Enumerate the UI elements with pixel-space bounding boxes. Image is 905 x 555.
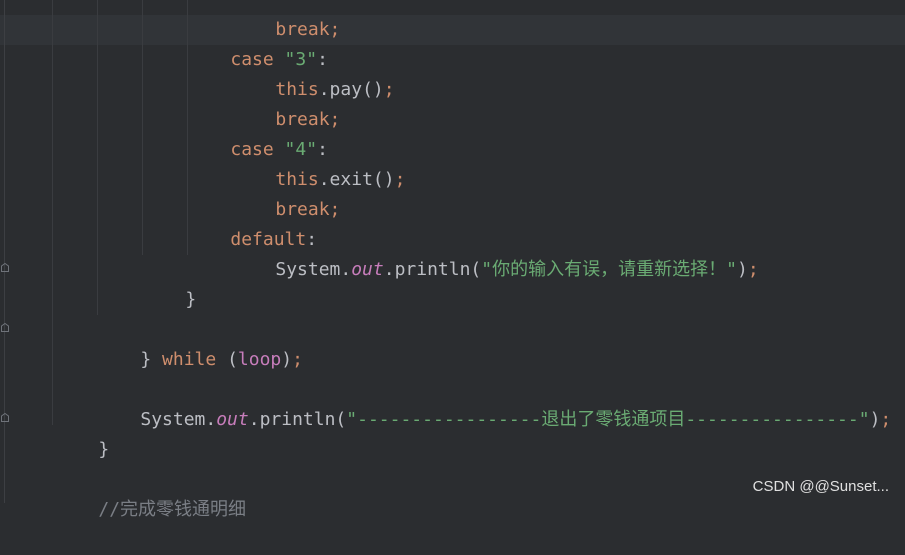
semicolon: ;: [292, 349, 303, 370]
current-line-highlight: [0, 15, 905, 45]
static-field: out: [216, 409, 249, 430]
close-paren: ): [736, 259, 748, 280]
class-ref: System.: [275, 259, 352, 280]
comment: //完成零钱通明细: [98, 499, 247, 520]
fold-marker-icon[interactable]: [1, 413, 9, 422]
brace: }: [140, 349, 163, 370]
code-line-while[interactable]: } while (loop);: [97, 315, 303, 370]
code-editor[interactable]: break; case "3": this.pay(); break; case…: [0, 0, 905, 520]
brace: }: [98, 439, 110, 460]
class-ref: System.: [140, 409, 217, 430]
brace: }: [185, 289, 197, 310]
code-line-case-3[interactable]: case "3":: [187, 15, 328, 70]
code-line-default[interactable]: default:: [187, 195, 317, 250]
method-call: .println(: [248, 409, 347, 430]
code-line-comment[interactable]: //完成零钱通明细: [55, 465, 246, 520]
code-line-break[interactable]: break;: [232, 75, 340, 130]
string-literal: "-----------------退出了零钱通项目--------------…: [346, 409, 870, 430]
code-line-close-brace[interactable]: }: [55, 405, 109, 460]
code-line-println-error[interactable]: System.out.println("你的输入有误，请重新选择！");: [232, 225, 758, 280]
close-paren: ): [869, 409, 881, 430]
code-line-println-exit[interactable]: System.out.println("-----------------退出了…: [97, 375, 891, 430]
indent-guide: [52, 0, 53, 425]
code-line-case-4[interactable]: case "4":: [187, 105, 328, 160]
field-ref: loop: [237, 349, 282, 370]
string-literal: "你的输入有误，请重新选择！": [481, 259, 737, 280]
static-field: out: [351, 259, 384, 280]
semicolon: ;: [747, 259, 759, 280]
semicolon: ;: [383, 79, 395, 100]
code-line-break[interactable]: break;: [232, 165, 340, 220]
open-paren: (: [216, 349, 238, 370]
fold-marker-icon[interactable]: [1, 323, 9, 332]
code-line-break[interactable]: break;: [232, 0, 340, 40]
watermark: CSDN @@Sunset...: [752, 478, 889, 495]
code-line-close-brace[interactable]: }: [142, 255, 196, 310]
method-call: .println(: [383, 259, 482, 280]
semicolon: ;: [394, 169, 406, 190]
close-paren: ): [281, 349, 293, 370]
code-line-exit-call[interactable]: this.exit();: [232, 135, 405, 190]
fold-marker-icon[interactable]: [1, 263, 9, 272]
code-line-pay-call[interactable]: this.pay();: [232, 45, 394, 100]
indent-guide: [97, 0, 98, 315]
gutter-divider: [4, 0, 5, 503]
indent-guide: [142, 0, 143, 255]
keyword: while: [162, 349, 217, 370]
semicolon: ;: [880, 409, 892, 430]
